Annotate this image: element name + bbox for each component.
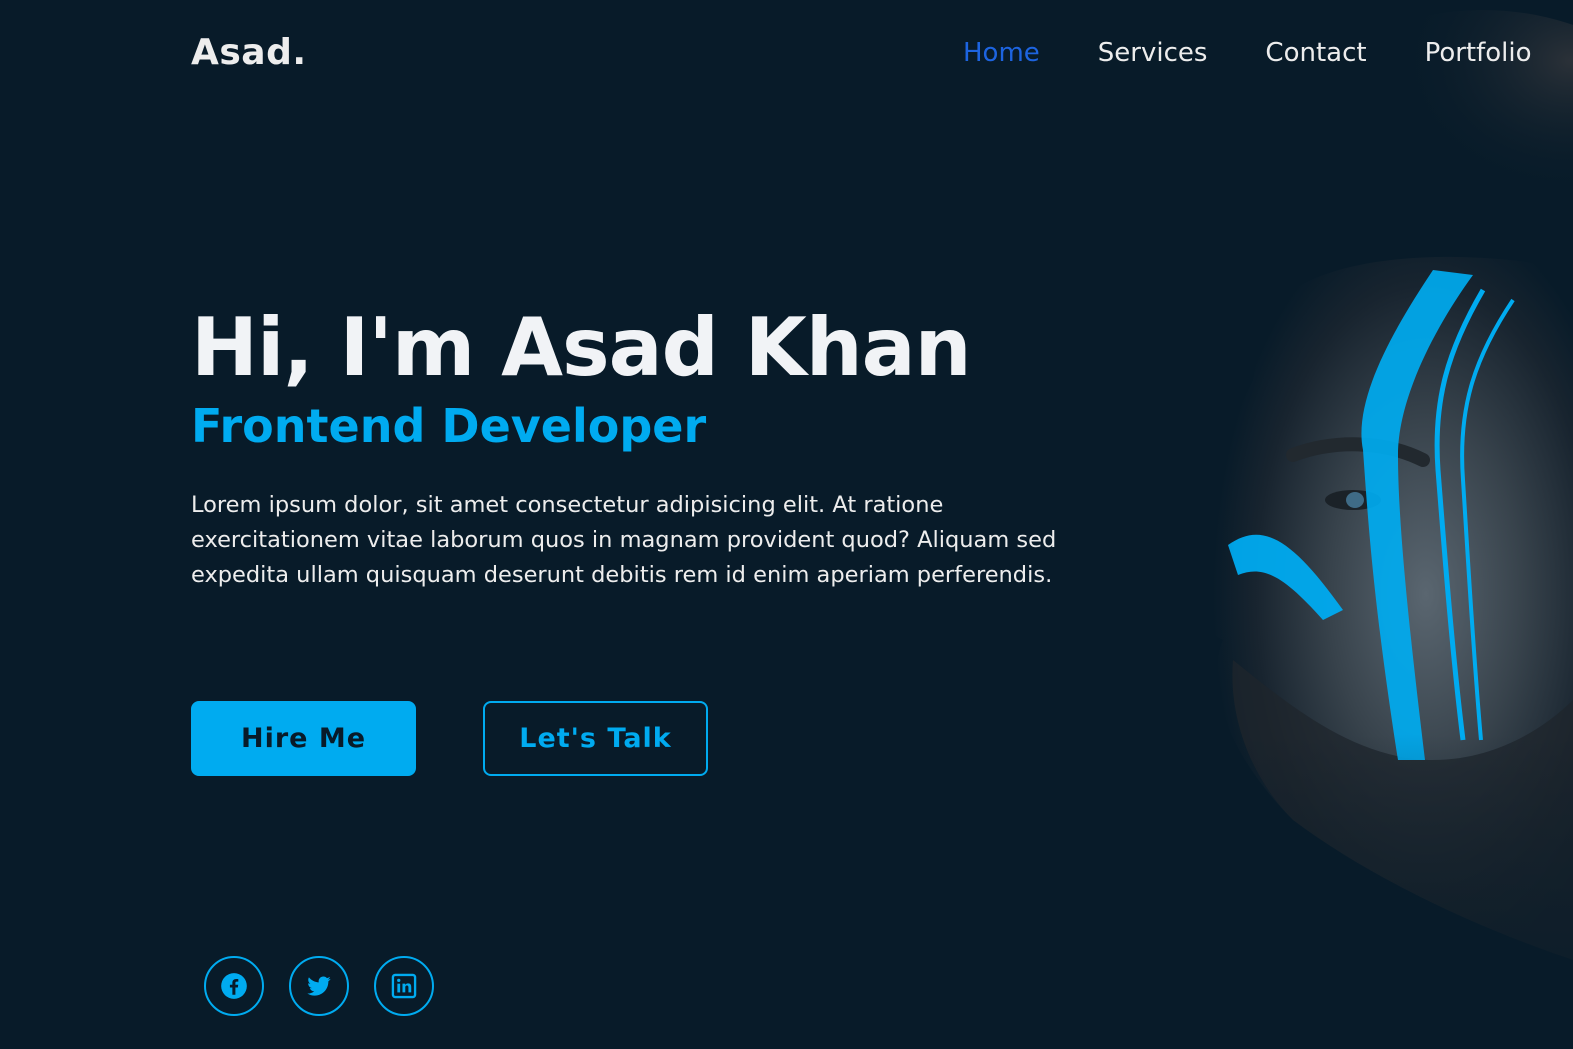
- linkedin-link[interactable]: [374, 956, 434, 1016]
- nav-portfolio[interactable]: Portfolio: [1425, 38, 1532, 68]
- logo[interactable]: Asad.: [191, 32, 307, 73]
- facebook-link[interactable]: [204, 956, 264, 1016]
- hero-subtitle: Frontend Developer: [191, 399, 707, 453]
- linkedin-icon: [391, 973, 417, 999]
- main-nav: Home Services Contact Portfolio: [963, 38, 1532, 68]
- twitter-link[interactable]: [289, 956, 349, 1016]
- portrait-image: [1053, 0, 1573, 1049]
- hero-description: Lorem ipsum dolor, sit amet consectetur …: [191, 492, 1057, 588]
- site-header: Asad. Home Services Contact Portfolio: [0, 0, 1573, 110]
- hire-me-button[interactable]: Hire Me: [191, 701, 416, 776]
- facebook-icon: [221, 973, 247, 999]
- nav-home[interactable]: Home: [963, 38, 1040, 68]
- nav-contact[interactable]: Contact: [1265, 38, 1366, 68]
- lets-talk-button[interactable]: Let's Talk: [483, 701, 708, 776]
- hero-title: Hi, I'm Asad Khan: [191, 301, 972, 394]
- twitter-icon: [307, 976, 331, 996]
- nav-services[interactable]: Services: [1098, 38, 1208, 68]
- hero-section: Hi, I'm Asad Khan Frontend Developer Lor…: [191, 300, 1091, 593]
- social-links: [204, 956, 434, 1016]
- page: Asad. Home Services Contact Portfolio Hi…: [0, 0, 1573, 1049]
